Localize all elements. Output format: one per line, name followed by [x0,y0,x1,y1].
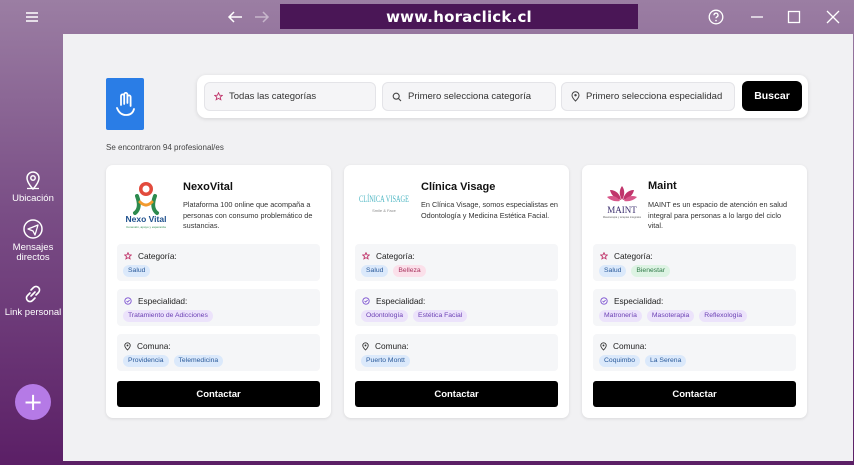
sidebar-item-mensajes[interactable]: Mensajes directos [0,218,66,263]
comuna-tag: Providencia [123,355,169,367]
comuna-tag: La Serena [644,355,687,367]
add-button[interactable]: + [15,384,51,420]
comuna-section: Comuna: Providencia Telemedicina [117,334,320,371]
location-select[interactable]: Primero selecciona especialidad [561,82,735,111]
location-pin-icon [600,341,607,351]
horaclick-logo[interactable] [106,78,144,130]
url-bar[interactable]: www.horaclick.cl [280,4,638,29]
contact-button[interactable]: Contactar [593,381,796,407]
category-tag: Belleza [393,265,426,277]
clinica-visage-logo: CLÍNICA VISAGE Smile & Face [356,179,412,231]
logo-subtitle: Masoterapia y terapias integrales [603,215,642,219]
category-section: Categoría: Salud Belleza [355,244,558,281]
help-icon[interactable] [705,7,727,27]
title-bar: www.horaclick.cl [0,0,854,34]
card-title[interactable]: NexoVital [183,181,233,193]
results-count: Se encontraron 94 profesional/es [106,143,224,152]
search-icon [392,92,402,101]
badge-icon [362,297,370,305]
sidebar: Ubicación Mensajes directos Link persona… [0,34,63,465]
category-section: Categoría: Salud [117,244,320,281]
badge-icon [124,297,132,305]
specialty-tag: Odontología [361,310,409,322]
section-label: Especialidad: [614,296,664,306]
specialty-tag: Matronería [599,310,642,322]
section-label: Especialidad: [138,296,188,306]
logo-text: Nexo Vital [126,214,167,224]
star-icon [600,252,608,260]
card-description: En Clínica Visage, somos especialistas e… [421,200,558,220]
badge-icon [600,297,608,305]
search-bar: Todas las categorías Primero selecciona … [197,75,808,118]
star-icon [362,252,370,260]
specialty-tag: Masoterapia [646,310,695,322]
link-icon [25,285,41,303]
comuna-tag: Coquimbo [599,355,640,367]
star-icon [124,252,132,260]
comuna-tag: Puerto Montt [361,355,410,367]
category-tag: Bienestar [631,265,671,277]
comuna-section: Comuna: Puerto Montt [355,334,558,371]
contact-button[interactable]: Contactar [355,381,558,407]
search-button[interactable]: Buscar [742,81,802,111]
section-label: Comuna: [375,341,409,351]
location-pin-icon [362,341,369,351]
specialty-section: Especialidad: Matronería Masoterapia Refle… [593,289,796,326]
menu-icon[interactable] [21,7,43,27]
sidebar-item-link[interactable]: Link personal [0,283,66,318]
maximize-icon[interactable] [783,7,805,27]
sidebar-item-ubicacion[interactable]: Ubicación [0,169,66,204]
section-label: Comuna: [137,341,171,351]
category-section: Categoría: Salud Bienestar [593,244,796,281]
logo-subtitle: Smile & Face [372,208,397,213]
section-label: Categoría: [614,251,653,261]
location-pin-icon [26,171,40,191]
professional-card: MAINT Masoterapia y terapias integrales … [582,165,807,418]
comuna-section: Comuna: Coquimbo La Serena [593,334,796,371]
specialty-tag: Tratamiento de Adicciones [123,310,213,322]
professional-card: CLÍNICA VISAGE Smile & Face Clínica Visa… [344,165,569,418]
star-icon [214,92,223,101]
section-label: Especialidad: [376,296,426,306]
logo-text: CLÍNICA VISAGE [359,193,409,205]
nexovital-logo: Nexo Vital Conexión, apoyo y esperanza [118,179,174,231]
section-label: Comuna: [613,341,647,351]
location-pin-icon [124,341,131,351]
contact-button[interactable]: Contactar [117,381,320,407]
paper-plane-icon [23,219,43,239]
close-icon[interactable] [822,7,844,27]
category-select-value: Todas las categorías [229,91,317,102]
category-tag: Salud [361,265,389,277]
sidebar-item-label: Mensajes directos [12,242,54,263]
location-placeholder: Primero selecciona especialidad [586,91,723,102]
specialty-placeholder: Primero selecciona categoría [408,91,532,102]
location-pin-icon [571,91,580,102]
category-tag: Salud [599,265,627,277]
card-title[interactable]: Clínica Visage [421,181,495,193]
card-description: MAINT es un espacio de atención en salud… [648,200,787,230]
specialty-section: Especialidad: Odontología Estética Facial [355,289,558,326]
specialty-tag: Estética Facial [413,310,468,322]
maint-logo: MAINT Masoterapia y terapias integrales [594,179,650,231]
comuna-tag: Telemedicina [173,355,224,367]
minimize-icon[interactable] [746,7,768,27]
forward-arrow-icon[interactable] [251,7,273,27]
category-tag: Salud [123,265,151,277]
section-label: Categoría: [138,251,177,261]
card-title[interactable]: Maint [648,180,677,192]
specialty-section: Especialidad: Tratamiento de Adicciones [117,289,320,326]
logo-subtitle: Conexión, apoyo y esperanza [126,225,166,229]
sidebar-item-label: Ubicación [12,193,54,204]
specialty-search-input[interactable]: Primero selecciona categoría [382,82,556,111]
back-arrow-icon[interactable] [224,7,246,27]
section-label: Categoría: [376,251,415,261]
sidebar-item-label: Link personal [4,307,62,318]
main-content: Todas las categorías Primero selecciona … [63,34,853,461]
specialty-tag: Reflexología [699,310,748,322]
hand-icon [116,92,135,116]
category-select[interactable]: Todas las categorías [204,82,376,111]
logo-text: MAINT [607,205,637,215]
card-description: Plataforma 100 online que acompaña a per… [183,200,313,230]
professional-card: Nexo Vital Conexión, apoyo y esperanza N… [106,165,331,418]
